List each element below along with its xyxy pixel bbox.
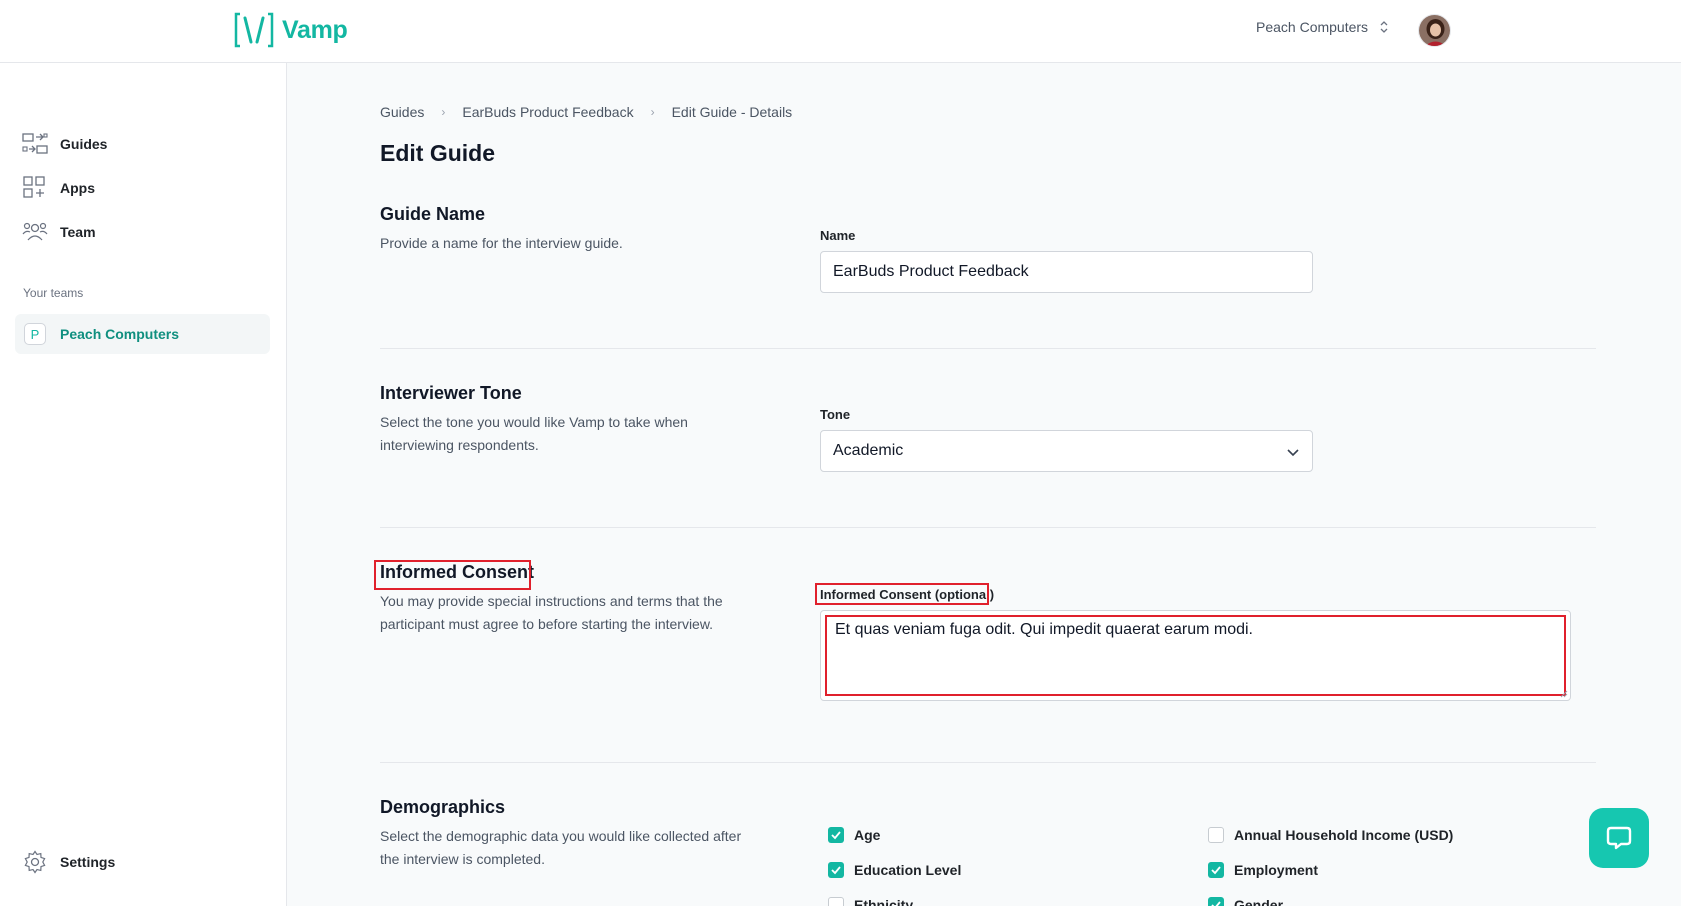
logo-text: Vamp <box>282 15 348 44</box>
apps-grid-icon <box>23 176 45 198</box>
section-title: Guide Name <box>380 204 486 224</box>
sidebar-item-guides[interactable]: Guides <box>22 132 107 156</box>
informed-consent-textarea[interactable]: Et quas veniam fuga odit. Qui impedit qu… <box>820 610 1571 701</box>
section-description: You may provide special instructions and… <box>380 593 723 632</box>
check-icon <box>831 831 841 840</box>
option-label: Education Level <box>854 862 962 878</box>
check-icon <box>1211 866 1221 875</box>
gear-icon <box>24 850 46 874</box>
breadcrumb: Guides › EarBuds Product Feedback › Edit… <box>380 104 792 120</box>
option-label: Employment <box>1234 862 1319 878</box>
your-teams-caption: Your teams <box>23 286 84 300</box>
section-description: Select the tone you would like Vamp to t… <box>380 414 688 453</box>
chevron-up-down-icon <box>1380 21 1388 33</box>
highlight-box <box>815 583 989 605</box>
chat-bubble-icon <box>1606 826 1632 850</box>
vamp-logo-icon <box>234 12 274 48</box>
main-content: Guides › EarBuds Product Feedback › Edit… <box>287 63 1681 906</box>
tone-select[interactable]: Academic <box>820 430 1313 472</box>
team-label: Peach Computers <box>60 326 180 342</box>
option-label: Gender <box>1234 897 1284 906</box>
top-bar: Vamp Peach Computers <box>0 0 1681 63</box>
option-label: Age <box>854 827 881 843</box>
sidebar-item-team[interactable]: Team <box>22 220 96 244</box>
checkbox-checked[interactable] <box>828 827 844 843</box>
user-avatar[interactable] <box>1418 14 1451 47</box>
option-label: Annual Household Income (USD) <box>1234 827 1454 843</box>
sidebar-item-label: Team <box>60 224 96 240</box>
consent-textarea-value: Et quas veniam fuga odit. Qui impedit qu… <box>825 615 1566 696</box>
vamp-logo[interactable]: Vamp <box>234 10 348 50</box>
checkbox-checked[interactable] <box>828 862 844 878</box>
name-field-label: Name <box>820 228 856 243</box>
breadcrumb-item[interactable]: EarBuds Product Feedback <box>462 104 633 120</box>
sidebar-team-peach-computers[interactable]: P Peach Computers <box>15 314 270 354</box>
chevron-right-icon: › <box>650 105 655 119</box>
demographic-option-gender[interactable]: Gender <box>1208 897 1283 906</box>
checkbox-checked[interactable] <box>1208 897 1224 906</box>
option-label: Ethnicity <box>854 897 914 906</box>
tone-select-value: Academic <box>833 442 904 459</box>
sidebar-item-apps[interactable]: Apps <box>22 176 95 200</box>
section-description: Provide a name for the interview guide. <box>380 235 623 251</box>
resize-handle-icon[interactable] <box>1560 690 1568 698</box>
section-title: Demographics <box>380 797 506 817</box>
sidebar: Guides Apps Team Your teams P Peach Comp… <box>0 63 287 906</box>
tone-field-label: Tone <box>820 407 851 422</box>
breadcrumb-item[interactable]: Guides <box>380 104 424 120</box>
section-title: Informed Consent <box>380 562 535 582</box>
section-divider <box>380 762 1596 763</box>
demographic-option-income[interactable]: Annual Household Income (USD) <box>1208 827 1453 843</box>
section-description: Select the demographic data you would li… <box>380 828 742 867</box>
check-icon <box>831 866 841 875</box>
guide-name-input[interactable]: EarBuds Product Feedback <box>820 251 1313 293</box>
checkbox-unchecked[interactable] <box>828 897 844 906</box>
support-chat-button[interactable] <box>1589 808 1649 868</box>
demographic-option-age[interactable]: Age <box>828 827 880 843</box>
checkbox-unchecked[interactable] <box>1208 827 1224 843</box>
highlight-box <box>374 560 531 590</box>
chevron-down-icon <box>1287 449 1299 457</box>
sidebar-item-label: Guides <box>60 136 108 152</box>
demographic-option-ethnicity[interactable]: Ethnicity <box>828 897 913 906</box>
avatar-image <box>1419 15 1450 46</box>
demographic-option-education[interactable]: Education Level <box>828 862 961 878</box>
demographic-option-employment[interactable]: Employment <box>1208 862 1318 878</box>
breadcrumb-item-current: Edit Guide - Details <box>671 104 793 120</box>
section-divider <box>380 527 1596 528</box>
sidebar-item-label: Settings <box>60 854 116 870</box>
chevron-right-icon: › <box>441 105 446 119</box>
guide-name-section: Guide Name Provide a name for the interv… <box>380 204 1595 255</box>
checkbox-checked[interactable] <box>1208 862 1224 878</box>
sidebar-item-label: Apps <box>60 180 95 196</box>
org-switcher[interactable]: Peach Computers <box>1256 19 1390 35</box>
section-divider <box>380 348 1596 349</box>
org-switcher-label: Peach Computers <box>1256 19 1369 35</box>
sidebar-item-settings[interactable]: Settings <box>22 850 115 874</box>
section-title: Interviewer Tone <box>380 383 522 403</box>
team-icon <box>22 222 48 241</box>
page-title: Edit Guide <box>380 140 495 166</box>
check-icon <box>1211 901 1221 906</box>
team-badge: P <box>24 323 46 345</box>
guides-icon <box>22 133 48 154</box>
